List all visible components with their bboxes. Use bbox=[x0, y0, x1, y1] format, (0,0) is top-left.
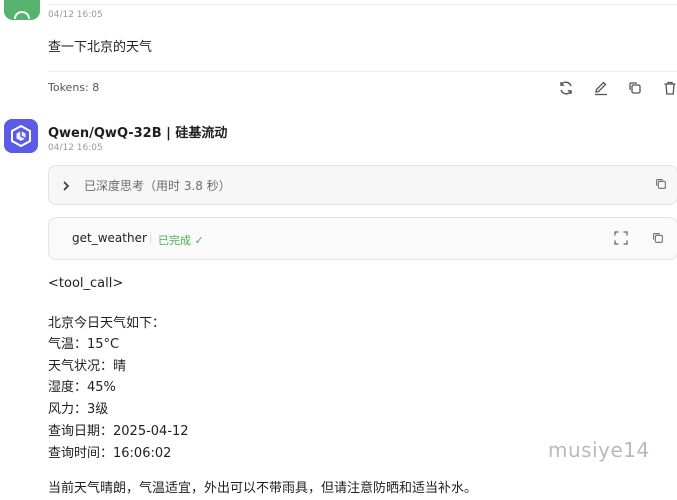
chevron-right-icon[interactable] bbox=[61, 177, 71, 196]
tool-call-tag: <tool_call> bbox=[48, 276, 124, 291]
weather-line: 查询时间：16:06:02 bbox=[48, 446, 172, 461]
copy-icon bbox=[653, 233, 663, 243]
edit-button[interactable] bbox=[591, 78, 611, 98]
copy-icon bbox=[656, 179, 666, 189]
edit-icon bbox=[595, 81, 607, 96]
assistant-avatar bbox=[4, 119, 38, 153]
tool-name: get_weather bbox=[72, 231, 147, 245]
tool-copy-button[interactable] bbox=[648, 228, 668, 248]
user-icon bbox=[14, 10, 30, 20]
user-avatar bbox=[4, 0, 40, 20]
thinking-copy-button[interactable] bbox=[651, 174, 671, 194]
weather-line: 北京今日天气如下： bbox=[48, 316, 166, 331]
expand-icon bbox=[614, 231, 628, 245]
delete-button[interactable] bbox=[660, 78, 677, 98]
user-timestamp: 04/12 16:05 bbox=[48, 10, 103, 20]
assistant-model-title: Qwen/QwQ-32B | 硅基流动 bbox=[48, 126, 228, 141]
user-message-text: 查一下北京的天气 bbox=[48, 40, 153, 55]
expand-button[interactable] bbox=[611, 228, 631, 248]
weather-line: 天气状况：晴 bbox=[48, 359, 127, 374]
assistant-timestamp: 04/12 16:05 bbox=[48, 143, 103, 153]
message-divider bbox=[48, 71, 677, 72]
weather-line: 查询日期：2025-04-12 bbox=[48, 424, 189, 439]
trash-icon bbox=[664, 81, 676, 95]
weather-line: 风力：3级 bbox=[48, 402, 109, 417]
weather-line: 气温：15°C bbox=[48, 337, 120, 352]
token-count: Tokens: 8 bbox=[48, 81, 100, 94]
watermark: musiye14 bbox=[548, 438, 650, 462]
refresh-icon bbox=[560, 81, 572, 95]
tool-status: 已完成 ✓ bbox=[158, 234, 204, 247]
weather-line: 湿度：45% bbox=[48, 380, 116, 395]
header-rule bbox=[48, 4, 677, 5]
weather-advice: 当前天气晴朗，气温适宜，外出可以不带雨具，但请注意防晒和适当补水。 bbox=[48, 481, 478, 496]
copy-button[interactable] bbox=[625, 78, 645, 98]
copy-icon bbox=[629, 82, 641, 94]
refresh-button[interactable] bbox=[556, 78, 576, 98]
qwen-logo-icon bbox=[11, 124, 31, 148]
thinking-label: 已深度思考（用时 3.8 秒） bbox=[84, 179, 231, 193]
tool-separator bbox=[150, 231, 151, 245]
